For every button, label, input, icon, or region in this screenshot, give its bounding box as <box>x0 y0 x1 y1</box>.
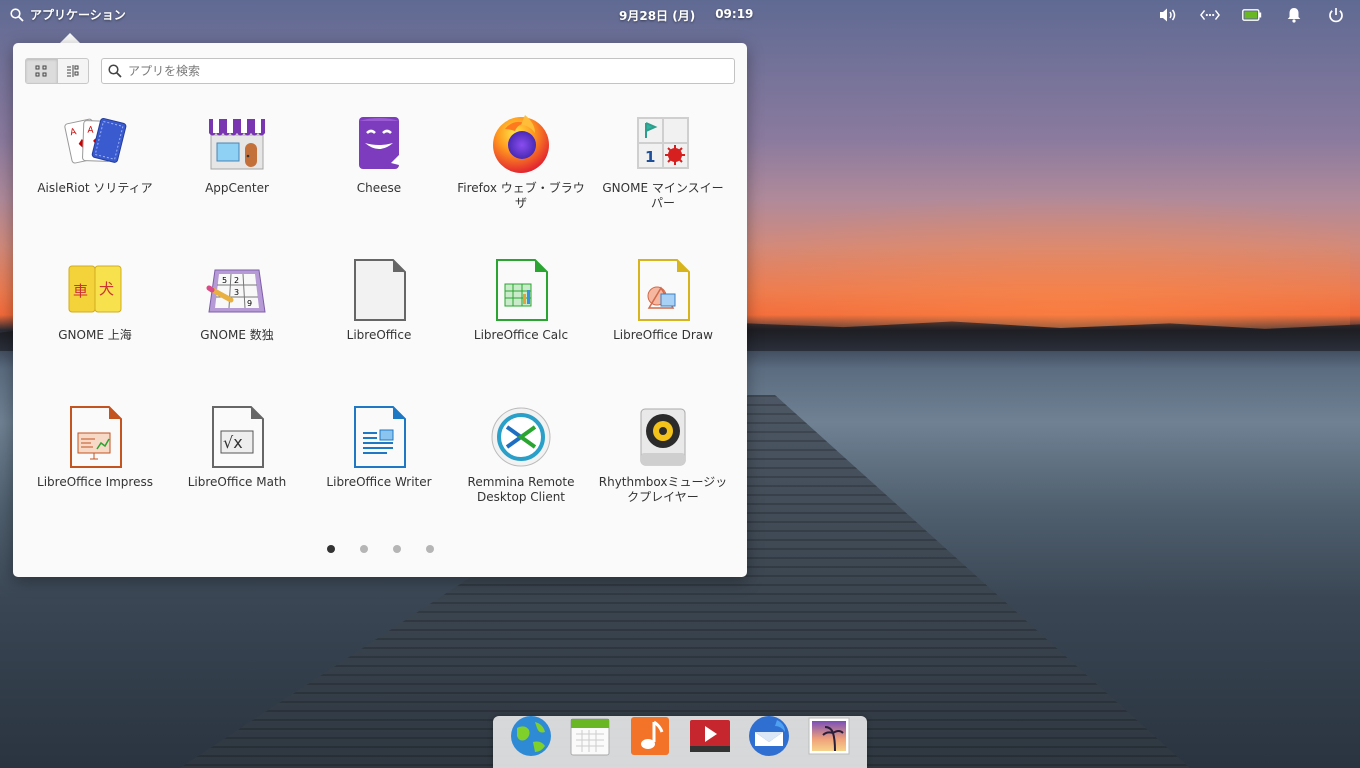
app-label: LibreOffice Calc <box>473 328 569 342</box>
app-libreoffice[interactable]: LibreOffice <box>308 258 450 405</box>
music-icon[interactable] <box>626 712 674 760</box>
app-label: Cheese <box>356 181 402 195</box>
app-label: AppCenter <box>205 181 269 195</box>
solitaire-icon: A A <box>63 111 127 175</box>
web-browser-icon[interactable] <box>507 712 555 760</box>
libreoffice-draw-icon <box>631 258 695 322</box>
libreoffice-calc-icon <box>489 258 553 322</box>
libreoffice-math-icon: √x <box>205 405 269 469</box>
app-label: LibreOffice Draw <box>613 328 713 342</box>
page-dot-4[interactable] <box>425 545 434 553</box>
time-label: 09:19 <box>715 7 754 21</box>
videos-icon[interactable] <box>686 712 734 760</box>
app-label: LibreOffice Impress <box>37 475 153 489</box>
svg-text:車: 車 <box>73 282 88 300</box>
svg-text:犬: 犬 <box>99 280 114 298</box>
mines-icon: 1 <box>631 111 695 175</box>
view-mode-toggle <box>25 58 89 84</box>
mail-icon[interactable] <box>745 712 793 760</box>
app-grid-row: LibreOffice Impress √x LibreOffice Math <box>24 405 736 552</box>
power-icon[interactable] <box>1326 5 1346 25</box>
remmina-icon <box>489 405 553 469</box>
app-label: LibreOffice Writer <box>326 475 432 489</box>
libreoffice-writer-icon <box>347 405 411 469</box>
app-appcenter[interactable]: AppCenter <box>166 111 308 258</box>
svg-text:5: 5 <box>222 276 227 285</box>
page-dot-2[interactable] <box>359 545 368 553</box>
libreoffice-impress-icon <box>63 405 127 469</box>
applications-menu-button[interactable]: アプリケーション <box>10 6 126 23</box>
top-panel: アプリケーション 9月28日 (月) 09:19 <box>0 0 1360 30</box>
battery-icon[interactable] <box>1242 5 1262 25</box>
app-label: GNOME 数独 <box>200 328 274 342</box>
app-label: LibreOffice Math <box>187 475 287 489</box>
svg-text:√x: √x <box>223 433 243 452</box>
svg-text:2: 2 <box>234 276 239 285</box>
dock <box>493 716 867 768</box>
app-label: AisleRiot ソリティア <box>37 181 153 195</box>
date-label: 9月28日 (月) <box>619 9 696 23</box>
app-aisleriot[interactable]: A A AisleRiot ソリティア <box>24 111 166 258</box>
app-libreoffice-math[interactable]: √x LibreOffice Math <box>166 405 308 552</box>
search-icon <box>10 7 24 22</box>
app-rhythmbox[interactable]: Rhythmboxミュージックプレイヤー <box>592 405 734 552</box>
search-input[interactable] <box>128 64 734 78</box>
libreoffice-icon <box>347 258 411 322</box>
app-firefox[interactable]: Firefox ウェブ・ブラウザ <box>450 111 592 258</box>
mahjongg-icon: 車 犬 <box>63 258 127 322</box>
dock-items <box>493 712 867 760</box>
search-icon <box>108 64 122 78</box>
appcenter-icon <box>205 111 269 175</box>
page-indicator <box>13 545 747 553</box>
photos-icon[interactable] <box>805 712 853 760</box>
page-dot-3[interactable] <box>392 545 401 553</box>
app-libreoffice-draw[interactable]: LibreOffice Draw <box>592 258 734 405</box>
datetime-indicator[interactable]: 9月28日 (月) 09:19 <box>619 7 753 24</box>
app-libreoffice-writer[interactable]: LibreOffice Writer <box>308 405 450 552</box>
app-label: Firefox ウェブ・ブラウザ <box>457 181 585 210</box>
app-gnome-sudoku[interactable]: 5 2 3 9 GNOME 数独 <box>166 258 308 405</box>
app-label: Rhythmboxミュージックプレイヤー <box>598 475 728 504</box>
svg-text:3: 3 <box>234 288 239 297</box>
search-bar <box>101 58 735 84</box>
rhythmbox-icon <box>631 405 695 469</box>
app-grid: A A AisleRiot ソリティア AppCenter Cheese Fir… <box>24 111 736 552</box>
applications-menu-label: アプリケーション <box>30 8 126 22</box>
indicator-area <box>1158 5 1346 25</box>
sudoku-icon: 5 2 3 9 <box>205 258 269 322</box>
cheese-icon <box>347 111 411 175</box>
firefox-icon <box>489 111 553 175</box>
page-dot-1[interactable] <box>326 545 335 553</box>
app-grid-row: A A AisleRiot ソリティア AppCenter Cheese Fir… <box>24 111 736 258</box>
app-grid-row: 車 犬 GNOME 上海 5 2 3 9 GNOME 数独 LibreOffic… <box>24 258 736 405</box>
app-libreoffice-calc[interactable]: LibreOffice Calc <box>450 258 592 405</box>
svg-text:9: 9 <box>247 299 252 308</box>
app-remmina[interactable]: Remmina Remote Desktop Client <box>450 405 592 552</box>
volume-icon[interactable] <box>1158 5 1178 25</box>
applications-launcher: A A AisleRiot ソリティア <box>13 43 747 577</box>
network-icon[interactable] <box>1200 5 1220 25</box>
app-label: Remmina Remote Desktop Client <box>467 475 575 504</box>
category-view-button[interactable] <box>56 59 89 83</box>
app-label: LibreOffice <box>346 328 412 342</box>
app-gnome-mines[interactable]: 1 GNOME マインスイーパー <box>592 111 734 258</box>
app-gnome-mahjongg[interactable]: 車 犬 GNOME 上海 <box>24 258 166 405</box>
calendar-icon[interactable] <box>566 712 614 760</box>
notifications-icon[interactable] <box>1284 5 1304 25</box>
app-label: GNOME 上海 <box>58 328 132 342</box>
app-cheese[interactable]: Cheese <box>308 111 450 258</box>
grid-view-button[interactable] <box>26 59 57 83</box>
app-libreoffice-impress[interactable]: LibreOffice Impress <box>24 405 166 552</box>
app-label: GNOME マインスイーパー <box>602 181 724 210</box>
svg-text:1: 1 <box>645 148 655 166</box>
launcher-popover-arrow <box>60 33 80 43</box>
grid-view-icon <box>35 65 47 77</box>
category-view-icon <box>66 65 79 77</box>
